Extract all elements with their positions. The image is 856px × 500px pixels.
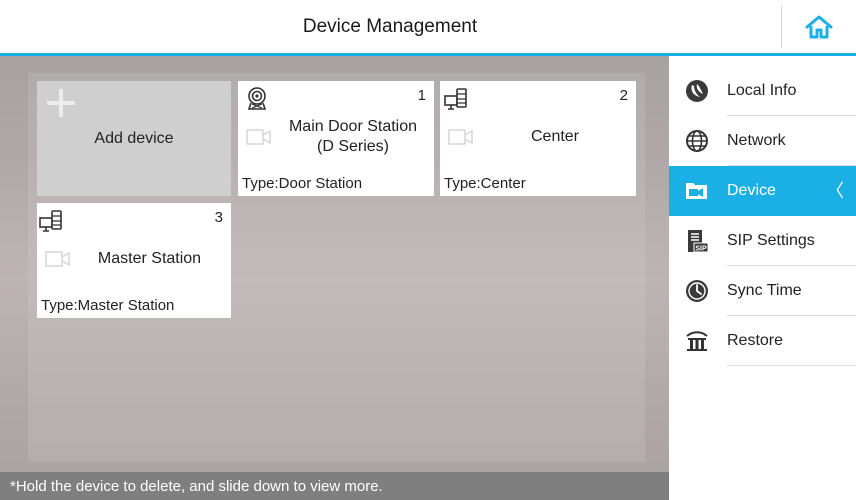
camera-icon [45, 251, 70, 267]
sidebar-item-label: Restore [727, 332, 784, 349]
device-type: Type:Center [444, 175, 526, 192]
device-name: Center [480, 127, 630, 147]
sidebar-item-local-info[interactable]: Local Info [669, 66, 856, 116]
page-title: Device Management [302, 16, 478, 37]
device-number: 3 [214, 209, 223, 226]
sidebar-item-sync-time[interactable]: Sync Time [669, 266, 856, 316]
device-name: Master Station [77, 249, 222, 269]
device-tile-master-station[interactable]: 3 Master Station Type:Master Station [37, 203, 231, 318]
hint-bar: *Hold the device to delete, and slide do… [0, 472, 669, 500]
device-type: Type:Master Station [41, 297, 175, 314]
device-name-line2: (D Series) [316, 138, 389, 155]
sidebar-item-label: SIP Settings [727, 232, 815, 249]
home-icon [805, 15, 833, 38]
sidebar-item-label: Device [727, 182, 776, 199]
sidebar-item-label: Local Info [727, 82, 797, 99]
device-name: Main Door Station (D Series) [278, 117, 428, 157]
camera-icon [246, 129, 271, 145]
local-info-icon [686, 80, 708, 102]
home-button[interactable] [782, 0, 856, 53]
sidebar-item-device[interactable]: Device 〈 [669, 166, 856, 216]
device-area[interactable]: Add device 1 Main Door Station (D Series… [0, 56, 669, 500]
door-station-icon [247, 87, 267, 110]
device-name-line1: Main Door Station [288, 118, 418, 135]
sidebar-item-label: Sync Time [727, 282, 802, 299]
device-icon [686, 183, 707, 199]
device-name-line1: Master Station [97, 250, 202, 267]
device-tile-center[interactable]: 2 Center Type:Center [440, 81, 636, 196]
sidebar-menu: Local Info Network Device 〈 SIP SIP Sett… [669, 56, 856, 500]
sidebar-item-network[interactable]: Network [669, 116, 856, 166]
device-number: 1 [417, 87, 426, 104]
add-device-tile[interactable]: Add device [37, 81, 231, 196]
monitor-station-icon [39, 210, 62, 232]
device-tile-main-door-station[interactable]: 1 Main Door Station (D Series) Type:Door… [238, 81, 434, 196]
header-bar: Device Management [0, 0, 856, 56]
hint-text: *Hold the device to delete, and slide do… [10, 478, 383, 495]
device-name-line1: Center [530, 128, 580, 145]
sidebar-item-label: Network [727, 132, 786, 149]
svg-text:SIP: SIP [695, 246, 707, 253]
menu-divider [727, 365, 856, 366]
sidebar-item-sip-settings[interactable]: SIP SIP Settings [669, 216, 856, 266]
device-number: 2 [619, 87, 628, 104]
camera-icon [448, 129, 473, 145]
device-type: Type:Door Station [242, 175, 363, 192]
globe-icon [686, 130, 708, 152]
monitor-station-icon [444, 88, 467, 110]
sip-icon: SIP [688, 230, 709, 253]
add-device-label: Add device [94, 129, 174, 147]
sidebar-item-restore[interactable]: Restore [669, 316, 856, 366]
chevron-left-icon: 〈 [826, 181, 844, 201]
restore-icon [686, 331, 708, 351]
clock-icon [686, 280, 708, 302]
